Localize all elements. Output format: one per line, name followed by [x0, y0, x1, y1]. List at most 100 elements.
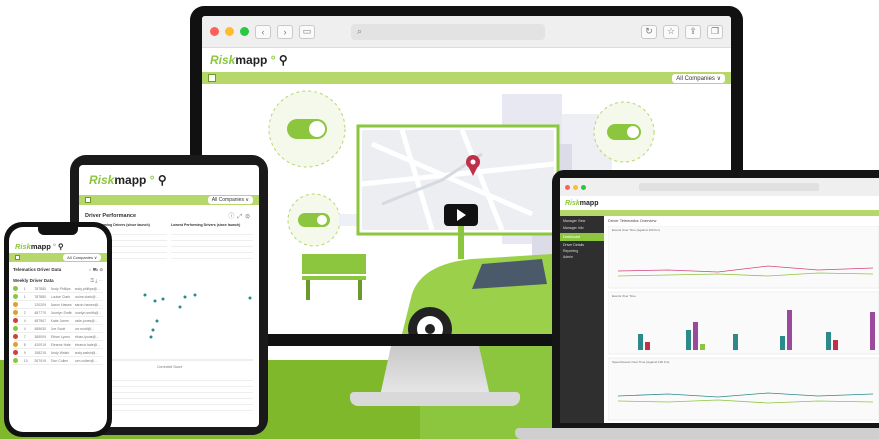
- name-cell: Jocelyn Smith: [50, 310, 72, 315]
- sidebar-item-manager-view[interactable]: Manager View: [560, 216, 604, 226]
- status-dot: [13, 334, 18, 339]
- rank-cell: 1: [23, 294, 26, 299]
- laptop-sidebar: Manager View Manager Info Dashboard Driv…: [560, 216, 604, 423]
- table-row[interactable]: 4 487567 Katie Jones katie.jones@...: [13, 317, 103, 325]
- star-icon[interactable]: ☆: [663, 24, 679, 39]
- minimize-window-dot[interactable]: [573, 184, 578, 190]
- laptop-base: [515, 428, 879, 439]
- id-cell: 267919: [34, 358, 47, 363]
- map-pin-logo-icon: ⚲: [157, 173, 167, 187]
- sidebar-item-admin[interactable]: Admin: [560, 255, 604, 259]
- app-header: Riskmapp ° ⚲: [202, 48, 731, 72]
- tablet-panel-header: Driver Performance ⓘ⤢⚙: [79, 205, 259, 223]
- settings-icon[interactable]: ⚙: [245, 214, 253, 220]
- table-row[interactable]: 120209 Aaron Hawes aaron.hawes@...: [13, 301, 103, 309]
- status-dot: [13, 318, 18, 323]
- phone-page-header: Telematics Driver Data ⌂ ⛟ ⚙: [9, 262, 107, 274]
- status-dot: [13, 342, 18, 347]
- name-cell: Aaron Hawes: [50, 302, 72, 307]
- car-icon[interactable]: ⛟: [93, 267, 99, 272]
- rank-cell: 9: [23, 350, 26, 355]
- close-window-dot[interactable]: [565, 184, 570, 190]
- company-selector[interactable]: All Companies ∨: [207, 196, 253, 204]
- laptop-screen: Riskmapp Manager View Manager Info Dashb…: [560, 178, 879, 423]
- email-cell: louise.clark@...: [74, 294, 99, 299]
- name-cell: Eleanor Hale: [50, 342, 71, 347]
- address-bar[interactable]: [639, 183, 819, 191]
- table-row[interactable]: 1 787880 Louise Clark louise.clark@...: [13, 293, 103, 301]
- laptop-charts: [608, 226, 879, 421]
- map-pin-logo-icon: ⚲: [58, 242, 64, 251]
- name-cell: Louise Clark: [50, 294, 71, 299]
- status-dot: [13, 350, 18, 355]
- table-row[interactable]: 1 787885 Andy Phillips andy.phillips@...: [13, 285, 103, 293]
- phone-menu-bar: All Companies ∨: [9, 253, 107, 262]
- menu-icon[interactable]: [15, 255, 20, 260]
- reload-icon[interactable]: ↻: [641, 24, 657, 39]
- table-row[interactable]: 7 365009 Ethan Lyons ethan.lyons@...: [13, 333, 103, 341]
- download-icon[interactable]: ⤓: [95, 278, 97, 283]
- rank-cell: 8: [23, 342, 26, 347]
- email-cell: tom.cullen@...: [74, 358, 97, 363]
- tabs-icon[interactable]: ❐: [707, 24, 723, 39]
- name-cell: Tom Cullen: [50, 358, 69, 363]
- phone-screen: Riskmapp ° ⚲ All Companies ∨ Telematics …: [9, 227, 107, 432]
- sidebar-toggle-icon[interactable]: ▭: [299, 24, 315, 39]
- table-row[interactable]: 9 158215 Andy Walsh andy.walsh@...: [13, 349, 103, 357]
- status-dot: [13, 326, 18, 331]
- home-icon[interactable]: ⌂: [89, 267, 92, 272]
- expand-icon[interactable]: ⤢: [237, 214, 245, 220]
- more-icon[interactable]: ⋯: [99, 278, 104, 283]
- table-row[interactable]: 2 487770 Jocelyn Smith jocelyn.smith@...: [13, 309, 103, 317]
- company-selector[interactable]: All Companies ∨: [63, 254, 101, 261]
- email-cell: ethan.lyons@...: [74, 334, 99, 339]
- phone-subheader: Weekly Driver Data ⚿ ⤓ ⋯: [9, 274, 107, 285]
- lock-icon[interactable]: ⚿: [91, 278, 94, 283]
- table-row[interactable]: 10 267919 Tom Cullen tom.cullen@...: [13, 357, 103, 365]
- sidebar-item-manager-info[interactable]: Manager Info: [560, 226, 604, 233]
- id-cell: 485630: [34, 326, 47, 331]
- rank-cell: 4: [23, 326, 26, 331]
- id-cell: 787885: [34, 286, 47, 291]
- menu-icon[interactable]: [85, 197, 91, 203]
- maximize-window-dot[interactable]: [581, 184, 586, 190]
- email-cell: jocelyn.smith@...: [74, 310, 102, 315]
- tablet-app-header: Riskmapp ° ⚲: [79, 165, 259, 195]
- laptop-app-header: Riskmapp: [560, 196, 879, 210]
- status-dot: [13, 310, 18, 315]
- rank-cell: 2: [23, 310, 26, 315]
- name-cell: Katie Jones: [50, 318, 69, 323]
- status-dot: [13, 302, 18, 307]
- lowest-drivers-title: Lowest Performing Drivers (since launch): [171, 223, 241, 227]
- sidebar-item-driver-details[interactable]: Driver Details: [560, 241, 604, 249]
- address-bar[interactable]: ⌕: [351, 23, 545, 40]
- table-row[interactable]: 4 485630 Joe Scott joe.scott@...: [13, 325, 103, 333]
- laptop: Riskmapp Manager View Manager Info Dashb…: [552, 170, 879, 430]
- email-cell: eleanor.hale@...: [74, 342, 101, 347]
- company-selector[interactable]: All Companies ∨: [672, 73, 725, 83]
- email-cell: joe.scott@...: [74, 326, 95, 331]
- maximize-window-dot[interactable]: [240, 27, 249, 36]
- brand-logo: Riskmapp ° ⚲: [89, 173, 167, 187]
- name-cell: Joe Scott: [50, 326, 66, 331]
- menu-icon[interactable]: [208, 74, 216, 82]
- email-cell: andy.walsh@...: [74, 350, 99, 355]
- info-icon[interactable]: ⓘ: [228, 214, 237, 220]
- status-dot: [13, 358, 18, 363]
- sub-actions: ⚿ ⤓ ⋯: [91, 278, 103, 283]
- status-dot: [13, 286, 18, 291]
- name-cell: Andy Walsh: [50, 350, 70, 355]
- rank-cell: 4: [23, 318, 26, 323]
- minimize-window-dot[interactable]: [225, 27, 234, 36]
- back-button[interactable]: ‹: [255, 24, 271, 39]
- share-icon[interactable]: ⇪: [685, 24, 701, 39]
- settings-icon[interactable]: ⚙: [100, 267, 103, 272]
- forward-button[interactable]: ›: [277, 24, 293, 39]
- brand-logo: Riskmapp ° ⚲: [15, 242, 64, 251]
- close-window-dot[interactable]: [210, 27, 219, 36]
- id-cell: 487770: [34, 310, 47, 315]
- id-cell: 158215: [34, 350, 47, 355]
- status-dot: [13, 294, 18, 299]
- sidebar-item-dashboard[interactable]: Dashboard: [560, 233, 604, 241]
- table-row[interactable]: 8 420019 Eleanor Hale eleanor.hale@...: [13, 341, 103, 349]
